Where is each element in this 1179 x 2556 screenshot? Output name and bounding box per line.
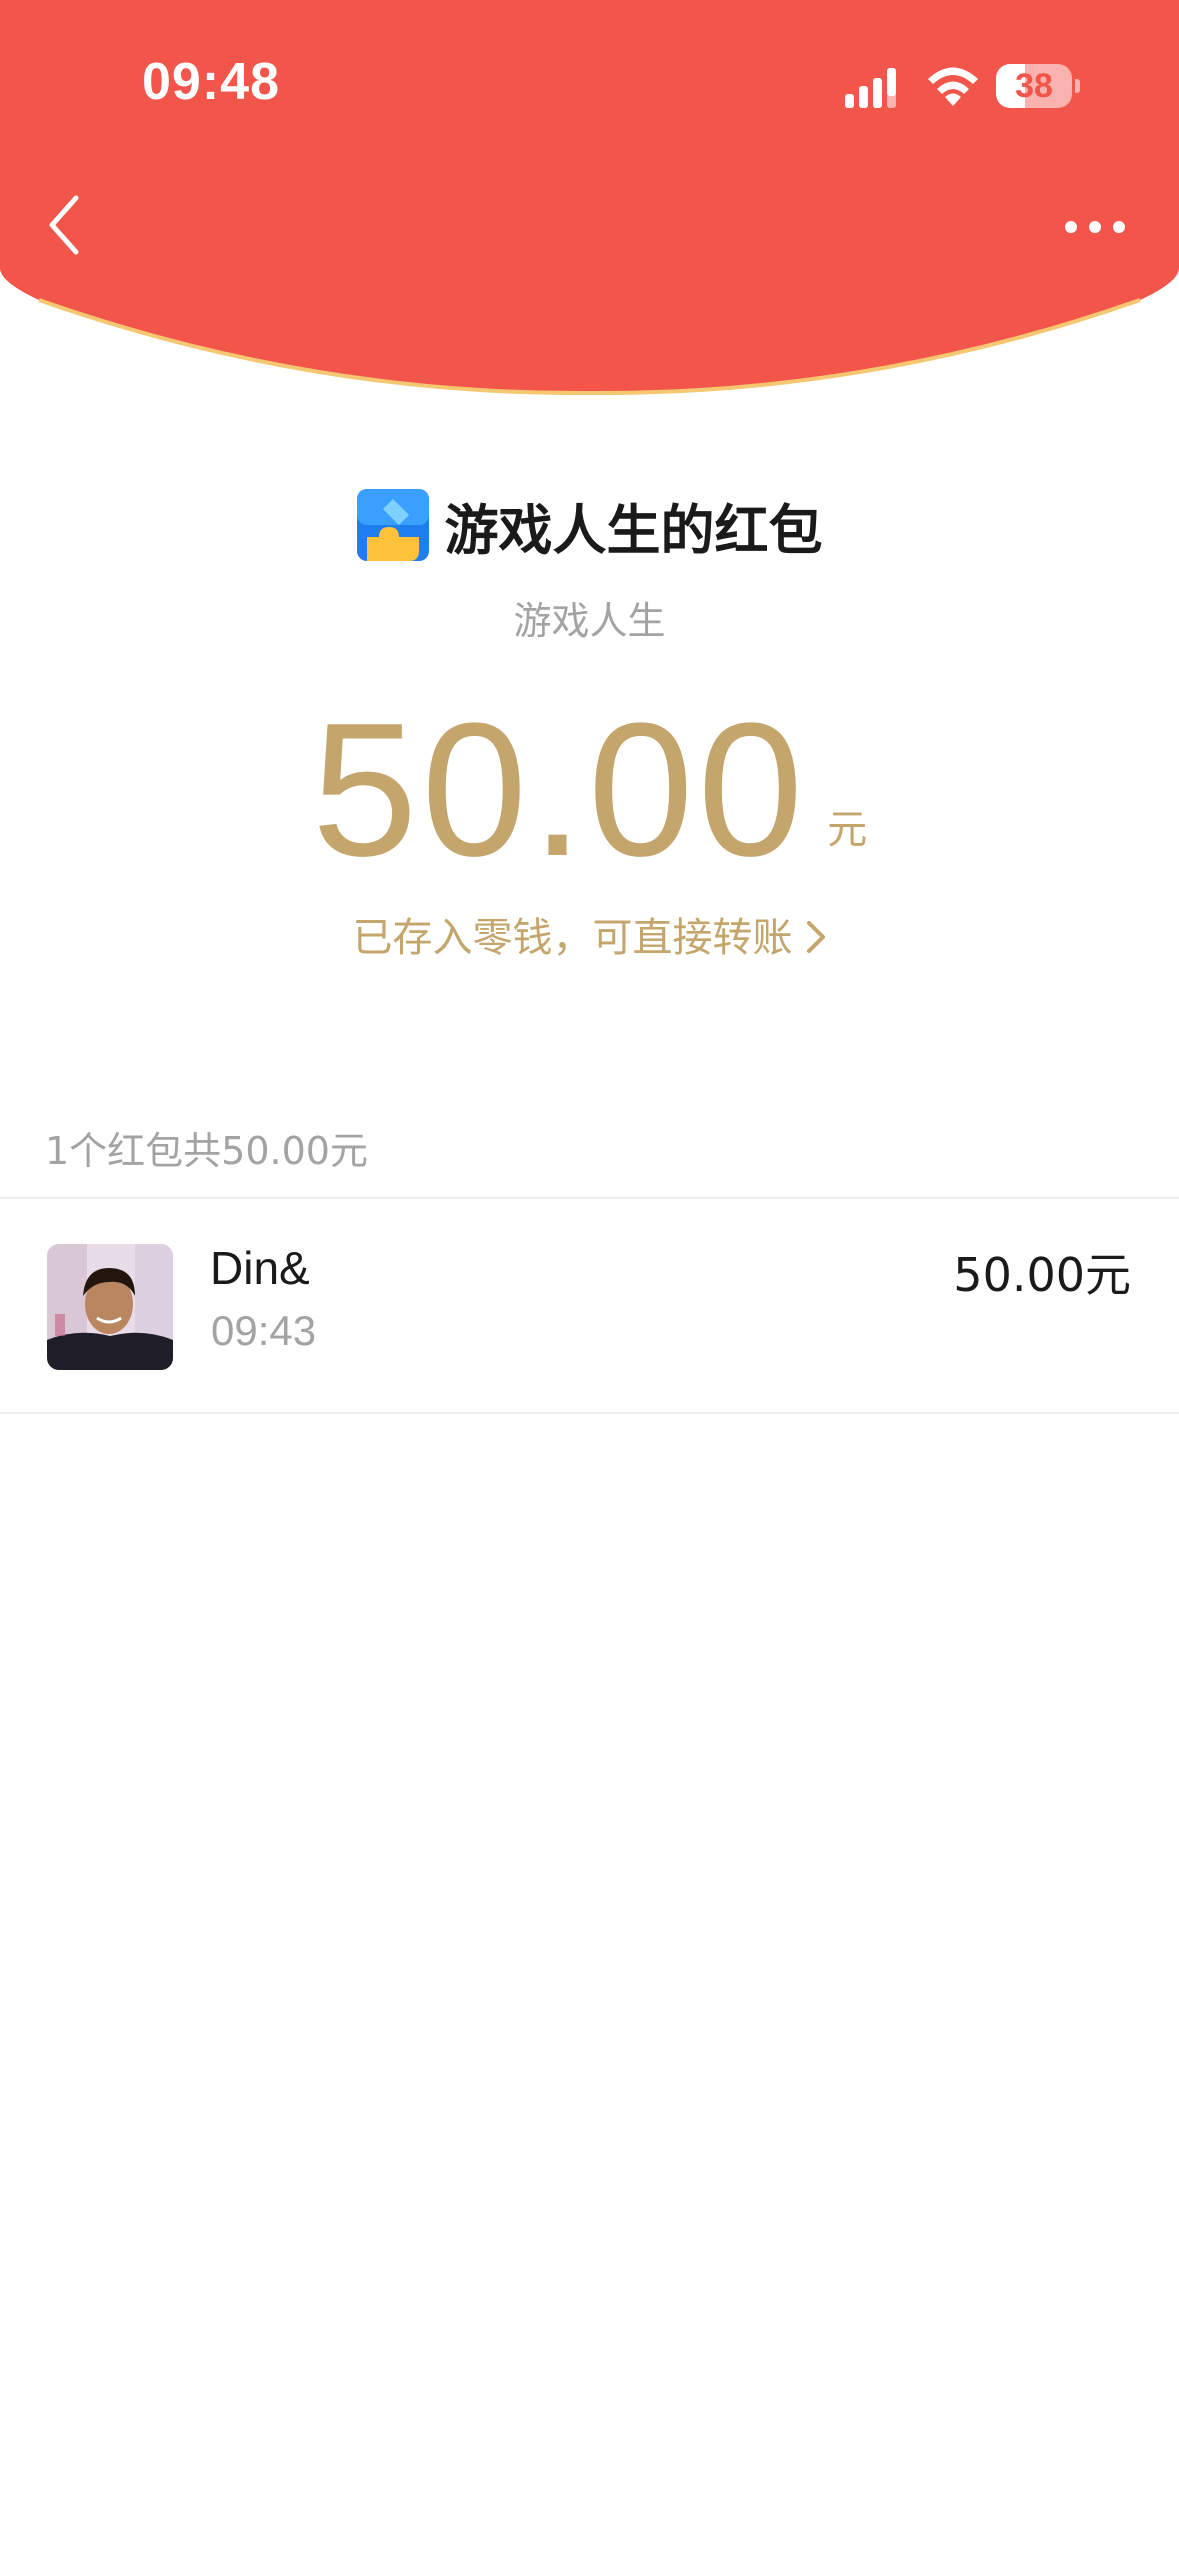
sender-subtitle: 游戏人生 <box>513 599 666 643</box>
amount-unit: 元 <box>827 807 868 853</box>
record-name: Din& <box>210 1242 310 1294</box>
battery-cap <box>1075 79 1080 93</box>
battery-indicator: 38 <box>996 64 1080 108</box>
amount-value: 50.00 <box>311 684 808 896</box>
amount-display: 50.00 元 <box>0 695 1179 885</box>
stored-link-label: 已存入零钱，可直接转账 <box>352 915 793 961</box>
packet-summary: 1个红包共50.00元 <box>45 1129 368 1173</box>
cellular-signal-icon <box>845 68 896 108</box>
record-time: 09:43 <box>211 1307 317 1354</box>
back-button[interactable] <box>40 190 90 260</box>
avatar[interactable] <box>47 1244 173 1370</box>
divider <box>0 1412 1179 1414</box>
chevron-right-icon <box>806 921 825 953</box>
more-options-icon[interactable] <box>1060 205 1130 249</box>
battery-body: 38 <box>996 64 1072 108</box>
sender-title: 游戏人生的红包 <box>444 498 823 562</box>
record-amount: 50.00元 <box>953 1248 1131 1302</box>
wifi-icon <box>928 67 978 106</box>
battery-percentage: 38 <box>1015 67 1053 105</box>
puzzle-app-icon <box>356 489 429 561</box>
list-item[interactable]: Din& 09:43 50.00元 <box>0 1199 1179 1414</box>
status-bar: 09:48 38 <box>0 0 1179 150</box>
sender-header: 游戏人生的红包 <box>0 485 1179 565</box>
status-time: 09:48 <box>142 53 280 111</box>
stored-to-balance-link[interactable]: 已存入零钱，可直接转账 <box>0 905 1179 963</box>
